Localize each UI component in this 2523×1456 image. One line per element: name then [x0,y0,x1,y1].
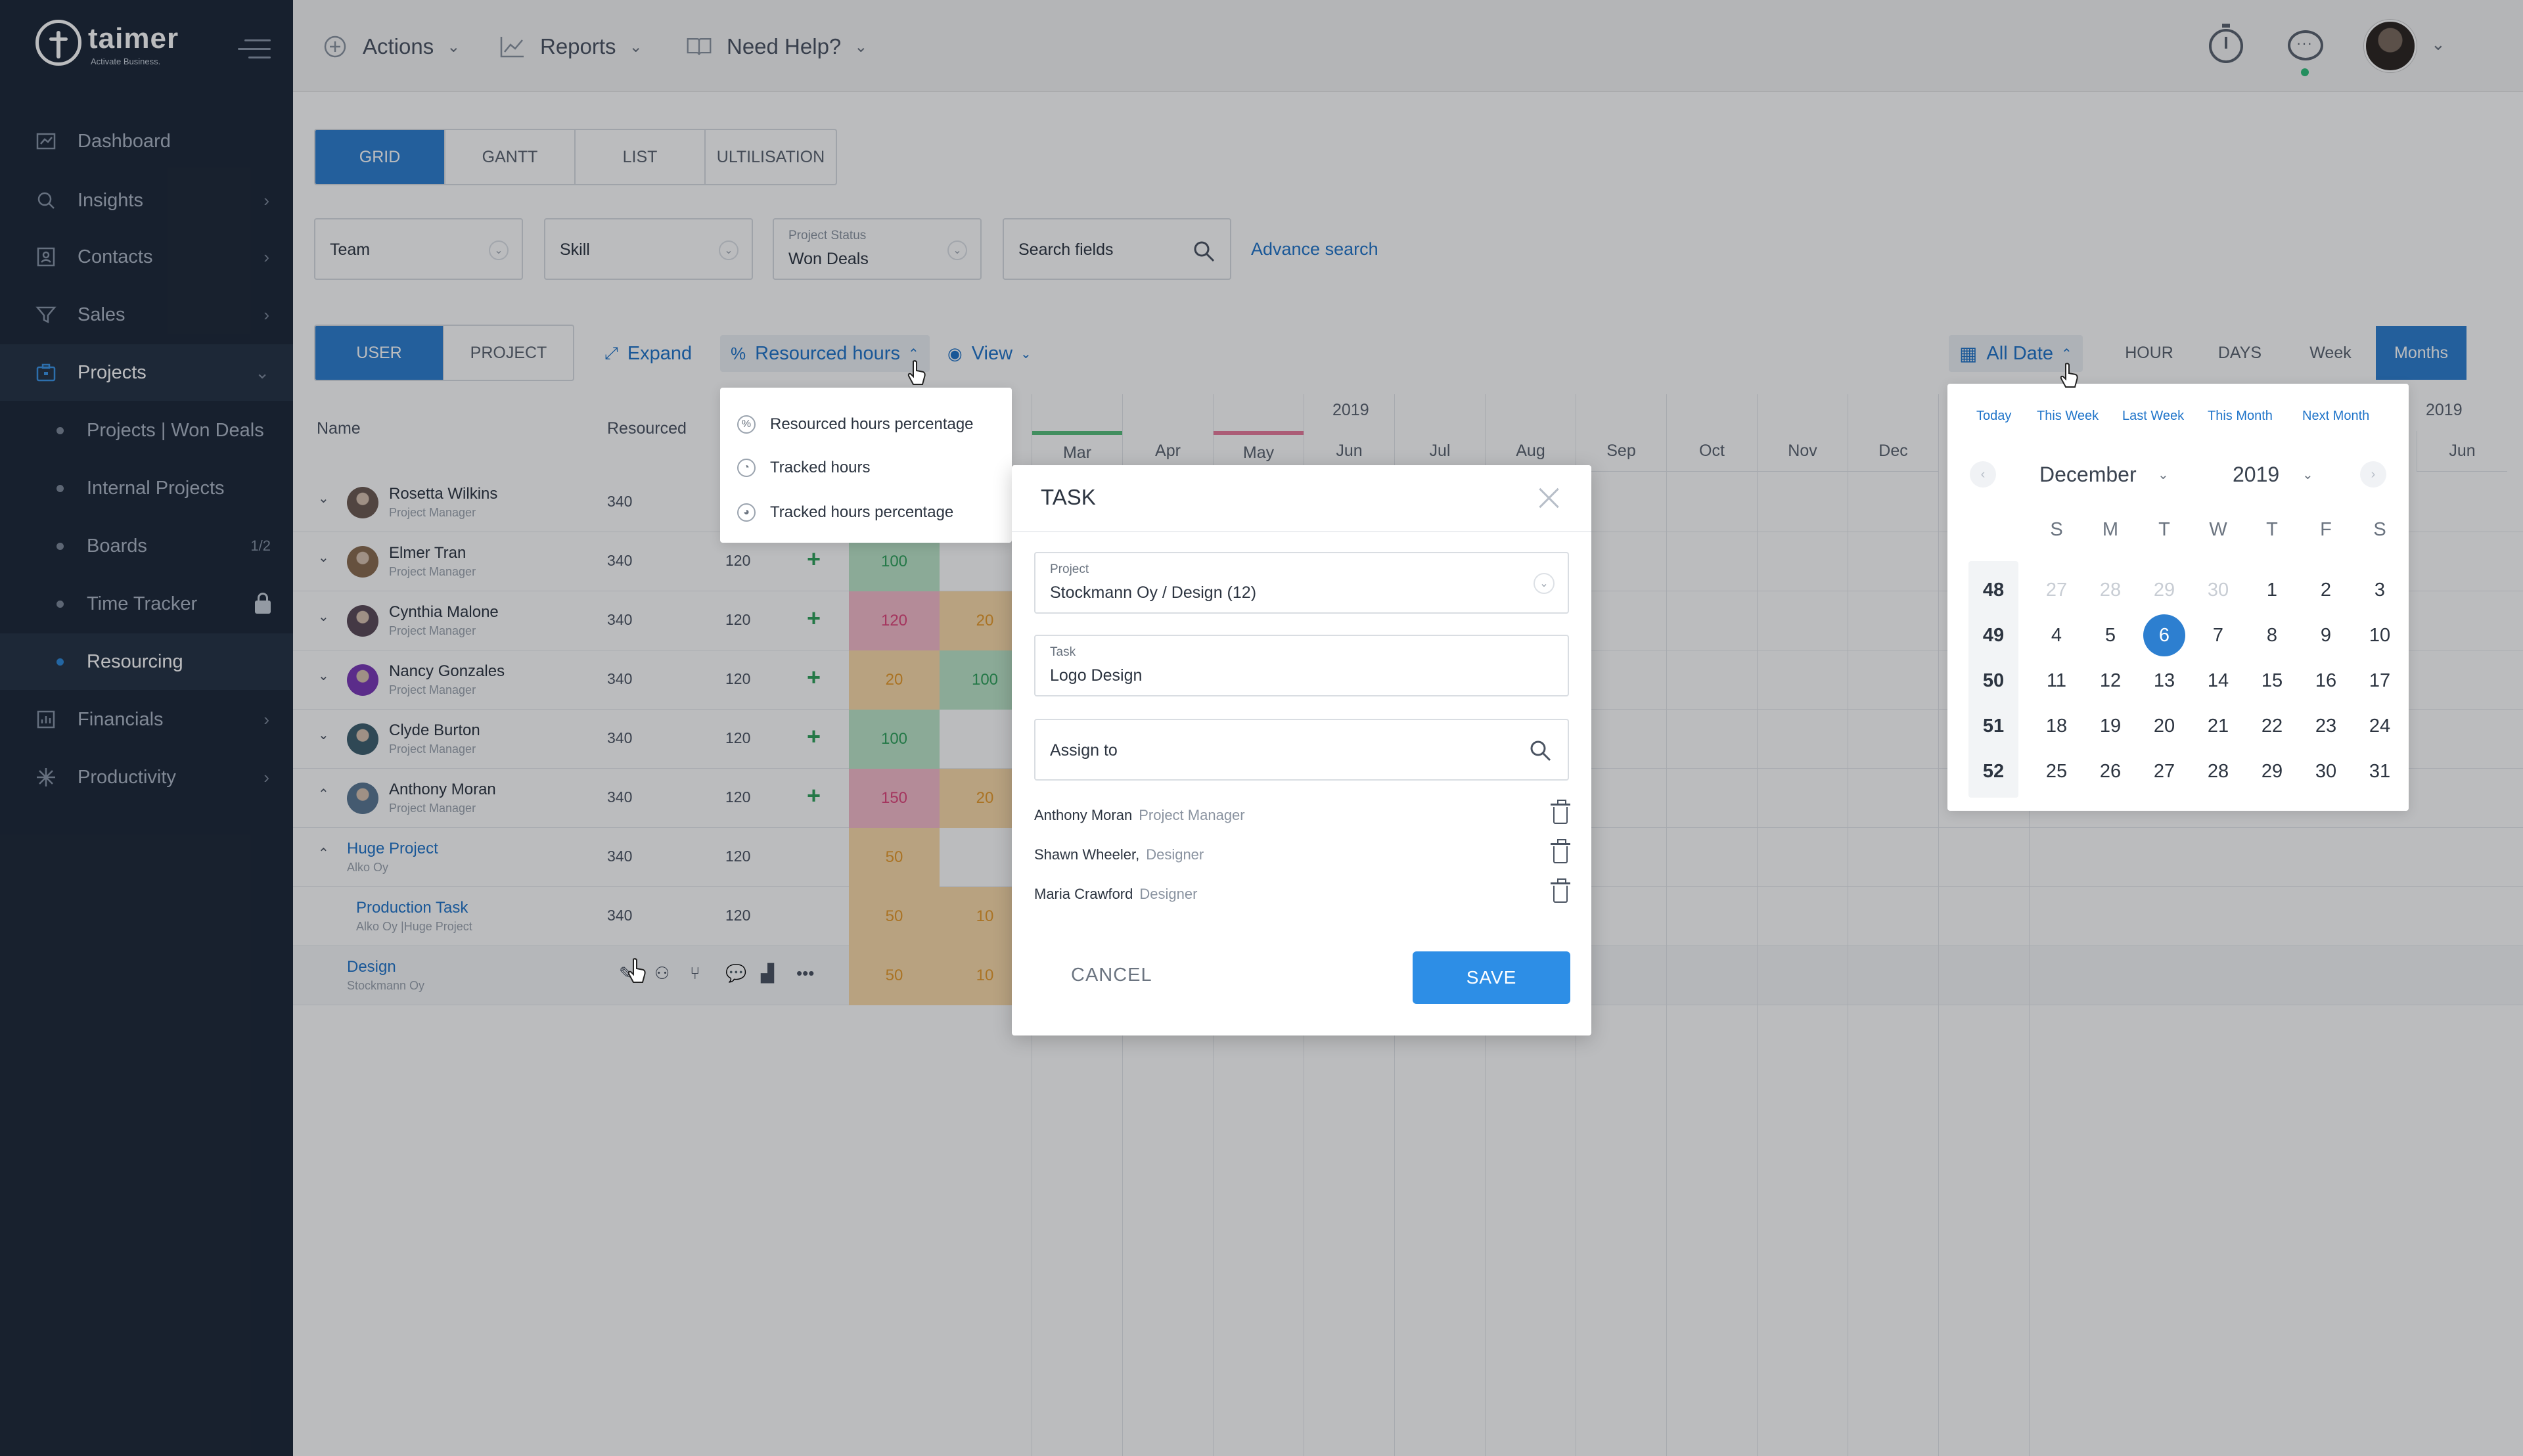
date-picker: Today This Week Last Week This Month Nex… [1947,384,2409,811]
quick-today[interactable]: Today [1976,409,2011,424]
calendar-day[interactable]: 7 [2194,614,2242,656]
assignee-item: Maria Crawford Designer [1034,878,1570,911]
quick-this-week[interactable]: This Week [2037,409,2099,424]
clock-percent-icon: ◕ [737,503,756,522]
task-dialog: TASK Project Stockmann Oy / Design (12) … [1012,465,1591,1035]
calendar-day[interactable]: 28 [2087,569,2134,611]
calendar-day[interactable]: 23 [2302,705,2350,747]
calendar-day[interactable]: 20 [2141,705,2188,747]
dialog-title: TASK [1041,485,1096,509]
weekday-label: T [2266,519,2278,540]
calendar-day[interactable]: 6 [2141,614,2188,656]
quick-next-month[interactable]: Next Month [2302,409,2369,424]
chevron-down-icon: ⌄ [2302,468,2313,482]
resourced-hours-menu: % Resourced hours percentage ◔ Tracked h… [720,388,1012,543]
save-button[interactable]: SAVE [1413,951,1570,1004]
trash-icon[interactable] [1551,839,1570,863]
weekday-label: F [2320,519,2332,540]
calendar-day[interactable]: 19 [2087,705,2134,747]
calendar-day[interactable]: 21 [2194,705,2242,747]
quick-this-month[interactable]: This Month [2208,409,2273,424]
week-number[interactable]: 51 [1970,705,2017,747]
clock-icon: ◔ [737,459,756,477]
calendar-day[interactable]: 27 [2141,750,2188,792]
calendar-day[interactable]: 17 [2356,660,2403,702]
assign-to-input[interactable]: Assign to [1034,719,1569,781]
hand-cursor-icon [907,360,926,385]
calendar-day[interactable]: 10 [2356,614,2403,656]
menu-item-resourced-percentage[interactable]: % Resourced hours percentage [737,405,974,444]
calendar-day[interactable]: 15 [2248,660,2296,702]
prev-month-icon[interactable]: ‹ [1970,461,1996,488]
calendar-day[interactable]: 28 [2194,750,2242,792]
weekday-label: S [2050,519,2063,540]
percent-icon: % [737,415,756,434]
close-icon[interactable] [1536,485,1562,511]
week-number[interactable]: 52 [1970,750,2017,792]
calendar-day[interactable]: 14 [2194,660,2242,702]
calendar-day[interactable]: 1 [2248,569,2296,611]
calendar-day[interactable]: 8 [2248,614,2296,656]
calendar-day[interactable]: 25 [2033,750,2080,792]
cancel-button[interactable]: CANCEL [1071,965,1152,986]
calendar-day[interactable]: 2 [2302,569,2350,611]
chevron-down-icon: ⌄ [1534,573,1555,594]
next-month-icon[interactable]: › [2360,461,2386,488]
menu-item-tracked-percentage[interactable]: ◕ Tracked hours percentage [737,493,953,532]
search-icon[interactable] [1528,739,1552,762]
calendar-day[interactable]: 13 [2141,660,2188,702]
calendar-day[interactable]: 16 [2302,660,2350,702]
weekday-label: T [2158,519,2170,540]
hand-cursor-icon [627,958,646,983]
task-field[interactable]: Task Logo Design [1034,635,1569,696]
month-select[interactable]: December [2039,463,2137,487]
year-select[interactable]: 2019 [2233,463,2279,487]
calendar-day[interactable]: 29 [2141,569,2188,611]
calendar-day[interactable]: 30 [2302,750,2350,792]
assignee-item: Shawn Wheeler, Designer [1034,838,1570,871]
quick-last-week[interactable]: Last Week [2122,409,2184,424]
week-number[interactable]: 49 [1970,614,2017,656]
selected-day: 6 [2143,614,2185,656]
calendar-day[interactable]: 29 [2248,750,2296,792]
weekday-label: S [2373,519,2386,540]
week-number[interactable]: 50 [1970,660,2017,702]
calendar-day[interactable]: 30 [2194,569,2242,611]
chevron-down-icon: ⌄ [2158,468,2169,482]
calendar-day[interactable]: 9 [2302,614,2350,656]
calendar-day[interactable]: 31 [2356,750,2403,792]
calendar-day[interactable]: 22 [2248,705,2296,747]
project-select[interactable]: Project Stockmann Oy / Design (12) ⌄ [1034,552,1569,614]
weekday-label: W [2209,519,2227,540]
calendar-day[interactable]: 12 [2087,660,2134,702]
menu-item-tracked-hours[interactable]: ◔ Tracked hours [737,448,871,488]
week-number[interactable]: 48 [1970,569,2017,611]
calendar-day[interactable]: 27 [2033,569,2080,611]
hand-cursor-icon [2060,363,2078,388]
calendar-day[interactable]: 26 [2087,750,2134,792]
calendar-day[interactable]: 11 [2033,660,2080,702]
assignee-item: Anthony Moran Project Manager [1034,799,1570,832]
calendar-day[interactable]: 5 [2087,614,2134,656]
calendar-day[interactable]: 3 [2356,569,2403,611]
weekday-label: M [2102,519,2119,540]
calendar-day[interactable]: 24 [2356,705,2403,747]
calendar-day[interactable]: 18 [2033,705,2080,747]
trash-icon[interactable] [1551,800,1570,824]
trash-icon[interactable] [1551,878,1570,903]
calendar-day[interactable]: 4 [2033,614,2080,656]
